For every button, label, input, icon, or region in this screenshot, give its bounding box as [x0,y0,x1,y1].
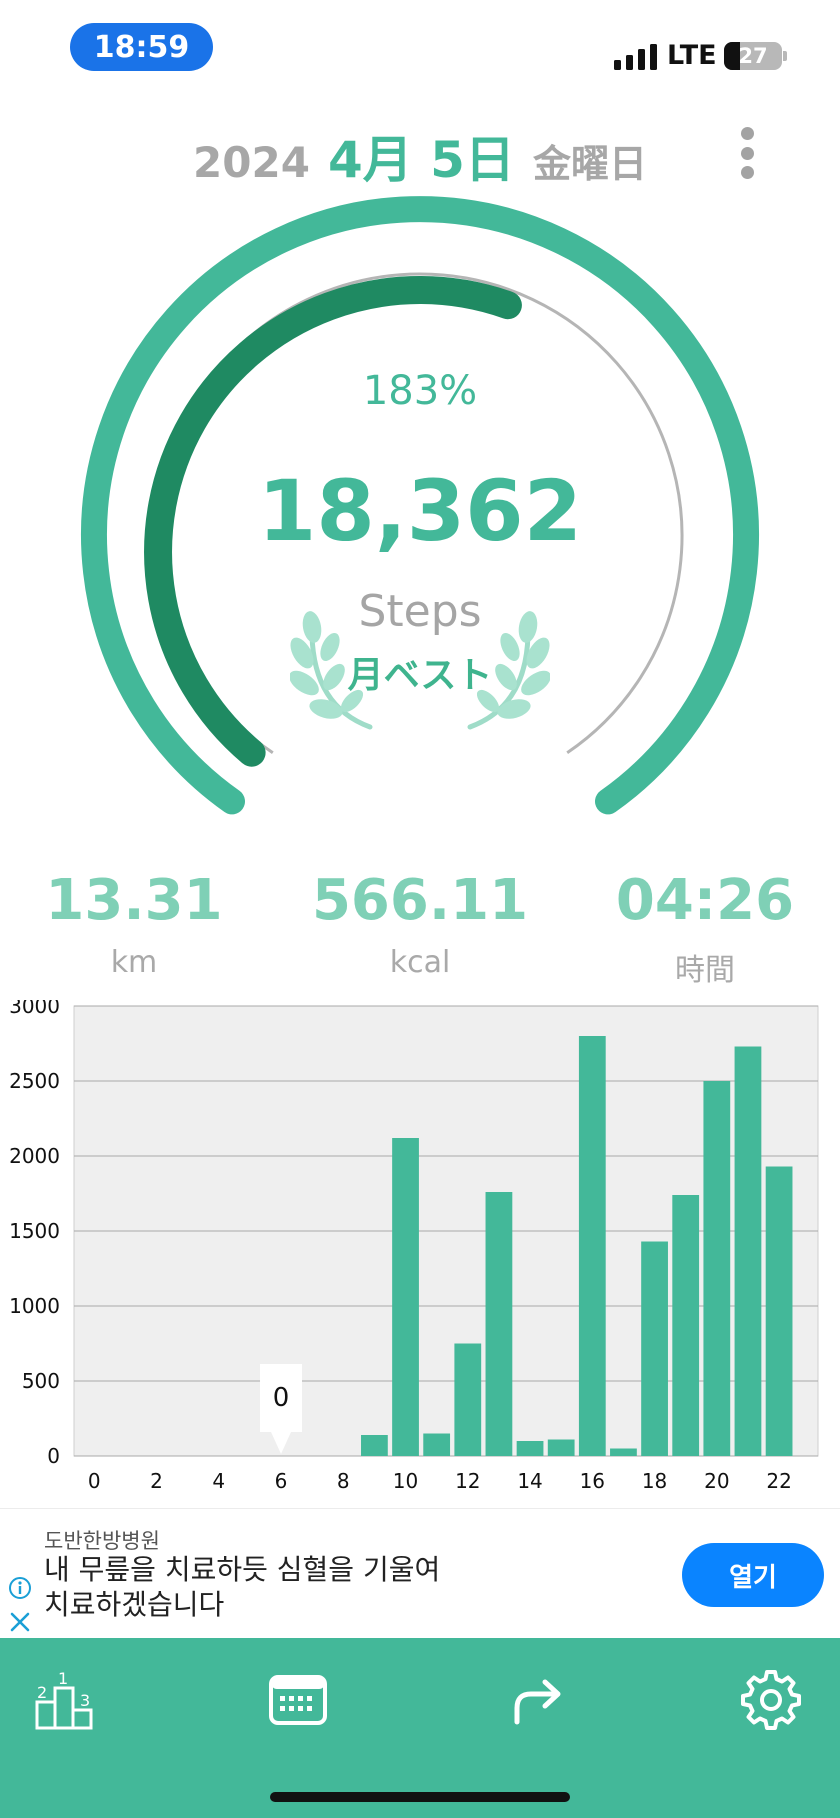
chart-x-tick-label: 16 [580,1469,605,1493]
chart-bar [734,1046,762,1456]
chart-bar [672,1195,700,1456]
close-icon[interactable] [8,1610,32,1634]
tab-ranking[interactable]: 1 2 3 [20,1660,110,1740]
chart-y-tick-label: 1000 [9,1294,60,1318]
chart-y-tick-label: 1500 [9,1219,60,1243]
ad-text-line: 내 무릎을 치료하듯 심혈을 기울여 [44,1553,441,1586]
chart-x-tick-label: 8 [337,1469,350,1493]
chart-x-tick-label: 6 [275,1469,288,1493]
tab-settings[interactable] [726,1660,816,1740]
calendar-icon [269,1675,327,1725]
more-dot-icon [740,127,754,140]
info-icon[interactable] [8,1576,32,1600]
chart-y-tick-label: 3000 [9,1000,60,1018]
distance-stat: 13.31 km [14,868,254,980]
monthly-best-badge: 月ベスト [347,655,493,696]
ad-text-line: 치료하겠습니다 [44,1588,225,1621]
chart-bar [610,1448,637,1456]
chart-x-tick-label: 4 [212,1469,225,1493]
chart-x-tick-label: 2 [150,1469,163,1493]
chart-x-tick-label: 0 [88,1469,101,1493]
more-dot-icon [740,146,754,160]
more-options-button[interactable] [730,125,764,181]
svg-text:3: 3 [80,1691,90,1710]
gear-icon [741,1670,801,1730]
podium-icon: 1 2 3 [35,1669,93,1730]
distance-value: 13.31 [45,868,223,933]
chart-bar [485,1192,513,1456]
bottom-tab-bar [0,1638,840,1818]
distance-unit: km [110,945,158,980]
duration-unit: 時間 [675,953,735,988]
step-count: 18,362 [257,462,583,560]
chart-x-tick-label: 14 [517,1469,542,1493]
home-indicator [270,1792,570,1802]
chart-x-tick-label: 18 [642,1469,667,1493]
goal-percentage: 183% [362,368,478,414]
tab-calendar[interactable] [253,1660,343,1740]
chart-bar [641,1241,668,1456]
battery-icon: 27 [724,42,782,70]
chart-bar [423,1433,451,1456]
svg-text:1: 1 [58,1669,68,1688]
calories-value: 566.11 [311,868,529,933]
ad-open-button[interactable]: 열기 [682,1543,824,1607]
chart-x-tick-label: 20 [704,1469,729,1493]
chart-bar [454,1343,482,1456]
more-dot-icon [740,166,754,179]
chart-bar [361,1435,388,1456]
calories-unit: kcal [389,945,451,980]
chart-bar [765,1166,793,1456]
chart-y-tick-label: 500 [22,1369,60,1393]
chart-y-tick-label: 0 [47,1444,60,1468]
ad-advertiser: 도반한방병원 [44,1529,160,1553]
chart-bar [516,1441,544,1456]
calories-stat: 566.11 kcal [300,868,540,980]
battery-level: 27 [738,44,768,68]
network-type: LTE [667,40,717,71]
status-time: 18:59 [70,23,213,71]
ad-text[interactable]: 내 무릎을 치료하듯 심혈을 기울여 치료하겠습니다 [44,1552,484,1622]
chart-y-tick-label: 2500 [9,1069,60,1093]
chart-bar [392,1138,419,1456]
chart-tooltip-label: 0 [273,1383,290,1413]
chart-bar [703,1081,731,1456]
svg-text:2: 2 [37,1683,47,1702]
cellular-signal-icon [614,44,657,70]
chart-x-tick-label: 22 [766,1469,791,1493]
duration-stat: 04:26 時間 [585,868,825,989]
steps-label: Steps [358,586,482,637]
chart-bar [547,1439,575,1456]
tab-share[interactable] [490,1660,580,1740]
chart-x-tick-label: 10 [393,1469,418,1493]
share-icon [514,1679,561,1725]
duration-value: 04:26 [615,868,795,933]
hourly-steps-chart[interactable]: 0 500 1000 1500 2000 2500 3000 0 2 4 6 8 10 12 14 16 18 2… [0,1000,840,1500]
chart-bar [578,1036,606,1456]
battery-nub [783,51,787,61]
chart-y-tick-label: 2000 [9,1144,60,1168]
chart-x-tick-label: 12 [455,1469,480,1493]
